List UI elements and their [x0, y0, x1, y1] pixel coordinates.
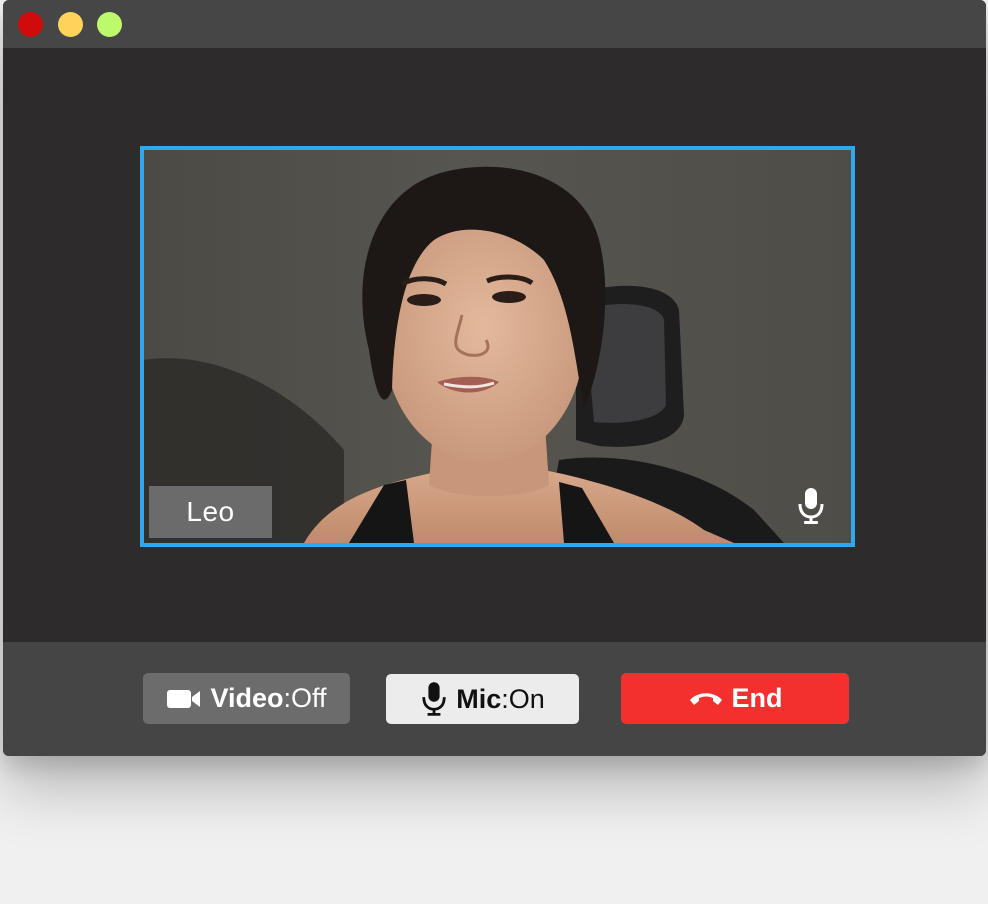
phone-hangup-icon [689, 692, 722, 705]
video-separator: : [283, 683, 291, 713]
minimize-window-button[interactable] [58, 12, 83, 37]
microphone-icon [422, 682, 446, 716]
title-bar [3, 0, 986, 48]
participant-video-tile[interactable]: Leo [140, 146, 855, 547]
mic-separator: : [501, 683, 509, 714]
microphone-icon [798, 488, 824, 524]
video-call-window: Leo Video: Off Mic: On End [3, 0, 986, 756]
end-label: End [731, 683, 783, 713]
video-toggle-button[interactable]: Video: Off [143, 673, 350, 724]
participant-name-tag: Leo [149, 486, 272, 538]
participant-video-feed [144, 166, 784, 543]
maximize-window-button[interactable] [97, 12, 122, 37]
end-call-button[interactable]: End [621, 673, 849, 724]
close-window-button[interactable] [18, 12, 43, 37]
mic-state: On [508, 683, 545, 714]
video-state: Off [291, 683, 327, 713]
video-camera-icon [167, 689, 201, 708]
video-label: Video [210, 683, 284, 713]
mic-label: Mic [456, 683, 502, 714]
call-controls-bar: Video: Off Mic: On End [3, 642, 986, 756]
mic-toggle-button[interactable]: Mic: On [386, 674, 579, 724]
